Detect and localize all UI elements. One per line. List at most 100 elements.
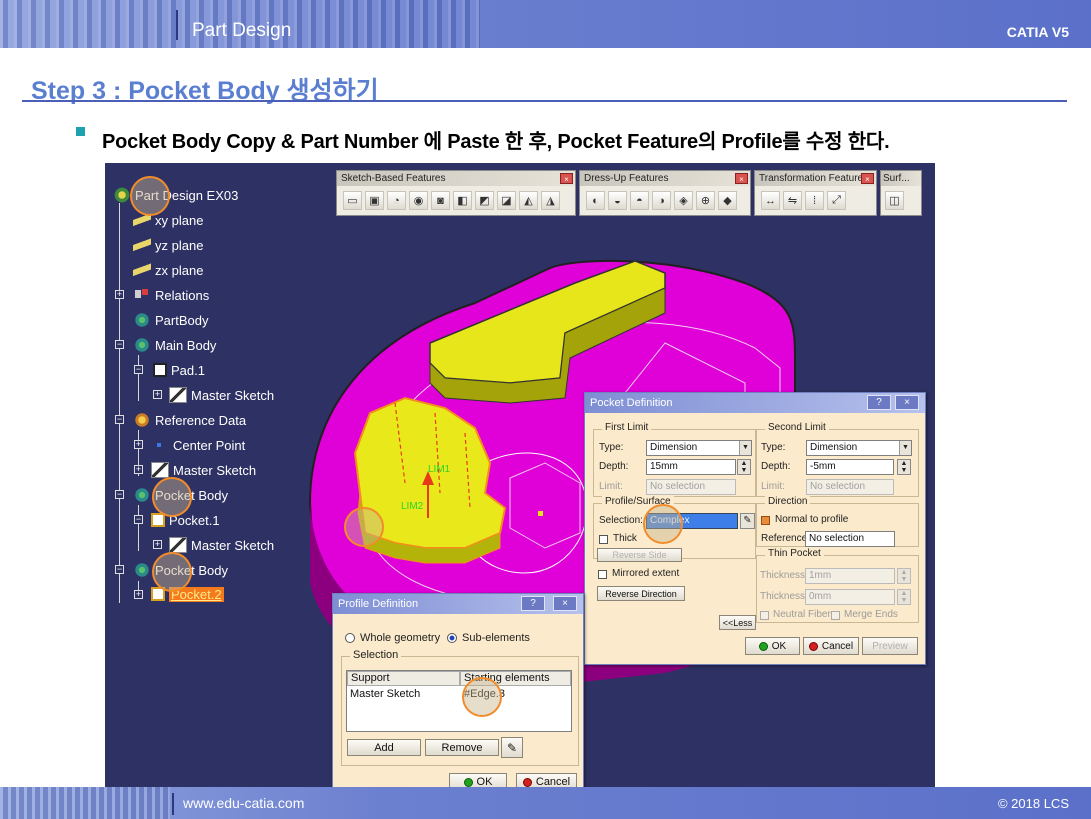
second-limit-field[interactable]: No selection	[806, 479, 894, 495]
column-header-support[interactable]: Support	[347, 671, 460, 686]
mirror-tool-icon[interactable]: ⇋	[783, 191, 802, 210]
translate-tool-icon[interactable]: ↔	[761, 191, 780, 210]
merge-ends-checkbox[interactable]	[831, 611, 840, 620]
tree-node-master-sketch-3[interactable]: Master Sketch	[169, 535, 274, 555]
pocket-tool-icon[interactable]: ▣	[365, 191, 384, 210]
tree-node-partbody[interactable]: PartBody	[133, 310, 208, 330]
collapse-icon[interactable]: −	[115, 490, 124, 499]
shell-tool-icon[interactable]: ◑	[652, 191, 671, 210]
ok-button[interactable]: OK	[449, 773, 507, 787]
remove-face-tool-icon[interactable]: ◆	[718, 191, 737, 210]
toolbar-transformation[interactable]: Transformation Features × ↔ ⇋ ⁞ ⤢	[754, 170, 877, 216]
close-button[interactable]: ×	[553, 596, 577, 611]
first-type-select[interactable]: Dimension ▼	[646, 440, 752, 456]
site-link[interactable]: www.edu-catia.com	[183, 795, 304, 811]
fillet-tool-icon[interactable]: ◐	[586, 191, 605, 210]
multi-pad-tool-icon[interactable]: ◪	[497, 191, 516, 210]
tree-node-zx-plane[interactable]: zx plane	[133, 260, 203, 280]
toolbar-surf[interactable]: Surf... ◫	[880, 170, 922, 216]
spinner-icon[interactable]: ▲ ▼	[897, 589, 911, 605]
pocket-definition-dialog[interactable]: Pocket Definition ? × First Limit Type: …	[584, 392, 926, 665]
tree-node-yz-plane[interactable]: yz plane	[133, 235, 203, 255]
reverse-direction-button[interactable]: Reverse Direction	[597, 586, 685, 601]
cancel-button[interactable]: Cancel	[803, 637, 859, 655]
pattern-tool-icon[interactable]: ⁞	[805, 191, 824, 210]
pad-tool-icon[interactable]: ▭	[343, 191, 362, 210]
thickness2-input[interactable]: 0mm	[805, 589, 895, 605]
close-icon[interactable]: ×	[560, 173, 573, 184]
tree-node-pad1[interactable]: Pad.1	[153, 360, 205, 380]
whole-geometry-radio[interactable]	[345, 633, 355, 643]
solid-combine-tool-icon[interactable]: ◭	[519, 191, 538, 210]
normal-to-profile-checkbox[interactable]	[761, 516, 770, 525]
expand-icon[interactable]: +	[134, 465, 143, 474]
tree-node-main-body[interactable]: Main Body	[133, 335, 216, 355]
cancel-button[interactable]: Cancel	[516, 773, 577, 787]
reverse-side-button[interactable]: Reverse Side	[597, 548, 682, 562]
expand-icon[interactable]: +	[153, 540, 162, 549]
table-cell-support[interactable]: Master Sketch	[350, 688, 420, 700]
help-button[interactable]: ?	[521, 596, 545, 611]
close-icon[interactable]: ×	[861, 173, 874, 184]
thread-tool-icon[interactable]: ⊕	[696, 191, 715, 210]
catia-viewport[interactable]: LIM1 LIM2 Part Design EX03 xy plane yz p…	[105, 163, 935, 787]
expand-icon[interactable]: +	[153, 390, 162, 399]
expand-icon[interactable]: +	[115, 290, 124, 299]
neutral-fiber-checkbox[interactable]	[760, 611, 769, 620]
chevron-down-icon[interactable]: ▼	[899, 441, 911, 455]
remove-button[interactable]: Remove	[425, 739, 499, 756]
spinner-icon[interactable]: ▲ ▼	[737, 459, 751, 475]
stiffener-tool-icon[interactable]: ◩	[475, 191, 494, 210]
first-limit-field[interactable]: No selection	[646, 479, 736, 495]
tree-node-reference-data[interactable]: Reference Data	[133, 410, 246, 430]
profile-definition-dialog[interactable]: Profile Definition ? × Whole geometry Su…	[332, 593, 584, 787]
collapse-icon[interactable]: −	[115, 565, 124, 574]
first-depth-input[interactable]: 15mm	[646, 459, 736, 475]
close-icon[interactable]: ×	[735, 173, 748, 184]
sub-elements-radio[interactable]	[447, 633, 457, 643]
add-button[interactable]: Add	[347, 739, 421, 756]
chamfer-tool-icon[interactable]: ◒	[608, 191, 627, 210]
tree-node-master-sketch-1[interactable]: Master Sketch	[169, 385, 274, 405]
thick-checkbox[interactable]	[599, 535, 608, 544]
second-depth-input[interactable]: -5mm	[806, 459, 894, 475]
lim2-label[interactable]: LIM2	[401, 501, 424, 512]
expand-icon[interactable]: +	[134, 590, 143, 599]
thickness-tool-icon[interactable]: ◈	[674, 191, 693, 210]
scale-tool-icon[interactable]: ⤢	[827, 191, 846, 210]
less-button[interactable]: <<Less	[719, 615, 756, 630]
hole-tool-icon[interactable]: ◉	[409, 191, 428, 210]
tree-node-relations[interactable]: Relations	[133, 285, 209, 305]
split-tool-icon[interactable]: ◫	[885, 191, 904, 210]
collapse-icon[interactable]: −	[115, 340, 124, 349]
sketch-edit-icon[interactable]: ✎	[740, 513, 755, 529]
edit-sketch-icon[interactable]: ✎	[501, 737, 523, 758]
lim1-label[interactable]: LIM1	[428, 464, 451, 475]
expand-icon[interactable]: +	[134, 440, 143, 449]
spinner-icon[interactable]: ▲ ▼	[897, 459, 911, 475]
mirrored-extent-checkbox[interactable]	[598, 570, 607, 579]
toolbar-dress-up[interactable]: Dress-Up Features × ◐ ◒ ◓ ◑ ◈ ⊕ ◆	[579, 170, 751, 216]
collapse-icon[interactable]: −	[115, 415, 124, 424]
reference-field[interactable]: No selection	[805, 531, 895, 547]
thickness1-input[interactable]: 1mm	[805, 568, 895, 584]
slot-tool-icon[interactable]: ◧	[453, 191, 472, 210]
spec-tree[interactable]: Part Design EX03 xy plane yz plane zx pl…	[105, 163, 335, 613]
tree-node-center-point[interactable]: Center Point	[151, 435, 245, 455]
chevron-down-icon[interactable]: ▼	[739, 441, 751, 455]
help-button[interactable]: ?	[867, 395, 891, 410]
loft-tool-icon[interactable]: ◮	[541, 191, 560, 210]
collapse-icon[interactable]: −	[134, 515, 143, 524]
preview-button[interactable]: Preview	[862, 637, 918, 655]
collapse-icon[interactable]: −	[134, 365, 143, 374]
shaft-tool-icon[interactable]: ◔	[387, 191, 406, 210]
ok-button[interactable]: OK	[745, 637, 800, 655]
close-button[interactable]: ×	[895, 395, 919, 410]
spinner-icon[interactable]: ▲ ▼	[897, 568, 911, 584]
toolbar-sketch-based[interactable]: Sketch-Based Features × ▭ ▣ ◔ ◉ ◙ ◧ ◩ ◪ ◭…	[336, 170, 576, 216]
draft-tool-icon[interactable]: ◓	[630, 191, 649, 210]
selection-table[interactable]: Support Starting elements Master Sketch …	[346, 670, 572, 732]
second-type-select[interactable]: Dimension ▼	[806, 440, 912, 456]
rib-tool-icon[interactable]: ◙	[431, 191, 450, 210]
toolbar-title: Dress-Up Features	[584, 173, 669, 184]
